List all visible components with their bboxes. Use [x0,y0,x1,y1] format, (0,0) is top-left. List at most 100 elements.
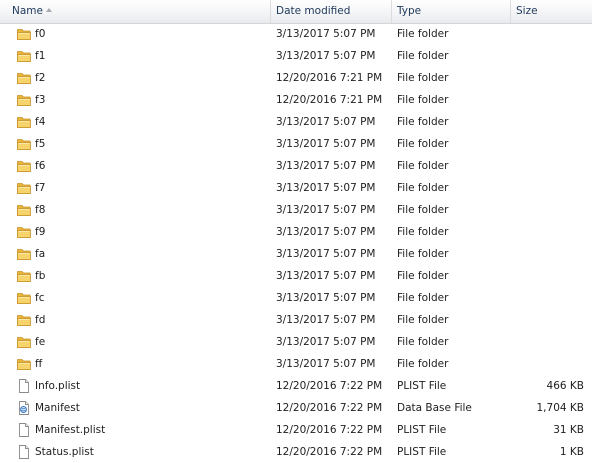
list-item[interactable]: f7 3/13/2017 5:07 PM File folder [0,177,592,199]
file-size: 466 KB [546,380,584,392]
date-modified: 3/13/2017 5:07 PM [276,160,376,172]
file-name: Manifest [35,402,80,414]
column-header-name[interactable]: Name [0,0,271,23]
file-name: f6 [35,160,46,172]
file-name: f7 [35,182,46,194]
file-type: File folder [397,336,449,348]
folder-icon [16,136,32,152]
file-size [511,353,584,375]
list-item[interactable]: Manifest 12/20/2016 7:22 PM Data Base File… [0,397,592,419]
list-item[interactable]: f3 12/20/2016 7:21 PM File folder [0,89,592,111]
file-name: f3 [35,94,46,106]
list-item[interactable]: fa 3/13/2017 5:07 PM File folder [0,243,592,265]
folder-icon [16,202,32,218]
date-modified: 12/20/2016 7:21 PM [276,94,383,106]
file-name: f5 [35,138,46,150]
file-name: fc [35,292,45,304]
file-size: 1,704 KB [536,402,585,414]
date-modified: 3/13/2017 5:07 PM [276,50,376,62]
list-item[interactable]: f8 3/13/2017 5:07 PM File folder [0,199,592,221]
database-file-icon [16,400,32,416]
name-cell: f4 [16,111,271,133]
file-type: File folder [397,226,449,238]
file-size [511,177,584,199]
file-name: f4 [35,116,46,128]
file-name: f9 [35,226,46,238]
list-item[interactable]: f6 3/13/2017 5:07 PM File folder [0,155,592,177]
file-type: File folder [397,72,449,84]
date-modified: 3/13/2017 5:07 PM [276,292,376,304]
date-modified: 12/20/2016 7:22 PM [276,446,383,458]
file-type: Data Base File [397,402,472,414]
file-icon [16,378,32,394]
date-modified: 3/13/2017 5:07 PM [276,28,376,40]
file-type: File folder [397,292,449,304]
column-header-date-modified[interactable]: Date modified [271,0,392,23]
name-cell: fb [16,265,271,287]
sort-ascending-icon [46,8,52,12]
folder-icon [16,356,32,372]
file-type: File folder [397,138,449,150]
file-name: Status.plist [35,446,94,458]
file-type: PLIST File [397,380,447,392]
list-item[interactable]: fc 3/13/2017 5:07 PM File folder [0,287,592,309]
file-name: fd [35,314,46,326]
file-name: f8 [35,204,46,216]
file-type: File folder [397,248,449,260]
file-type: File folder [397,28,449,40]
folder-icon [16,48,32,64]
column-header-type[interactable]: Type [392,0,511,23]
file-type: File folder [397,314,449,326]
file-size [511,309,584,331]
file-size [511,67,584,89]
date-modified: 3/13/2017 5:07 PM [276,226,376,238]
name-cell: fc [16,287,271,309]
folder-icon [16,92,32,108]
list-item[interactable]: Manifest.plist 12/20/2016 7:22 PM PLIST Fi… [0,419,592,441]
file-size [511,331,584,353]
list-item[interactable]: ff 3/13/2017 5:07 PM File folder [0,353,592,375]
name-cell: fd [16,309,271,331]
list-item[interactable]: f4 3/13/2017 5:07 PM File folder [0,111,592,133]
column-header-date-label: Date modified [276,5,351,17]
file-name: f1 [35,50,46,62]
file-type: File folder [397,94,449,106]
column-header-size[interactable]: Size [511,0,592,23]
name-cell: f8 [16,199,271,221]
list-item[interactable]: fd 3/13/2017 5:07 PM File folder [0,309,592,331]
file-name: f0 [35,28,46,40]
date-modified: 3/13/2017 5:07 PM [276,248,376,260]
file-size [511,221,584,243]
name-cell: f2 [16,67,271,89]
file-name: fb [35,270,46,282]
folder-icon [16,312,32,328]
name-cell: ff [16,353,271,375]
folder-icon [16,70,32,86]
folder-icon [16,114,32,130]
list-item[interactable]: f5 3/13/2017 5:07 PM File folder [0,133,592,155]
file-type: PLIST File [397,446,447,458]
file-name: Info.plist [35,380,81,392]
list-item[interactable]: f0 3/13/2017 5:07 PM File folder [0,23,592,45]
file-name: ff [35,358,43,370]
name-cell: f5 [16,133,271,155]
list-item[interactable]: fe 3/13/2017 5:07 PM File folder [0,331,592,353]
folder-icon [16,290,32,306]
list-item[interactable]: Status.plist 12/20/2016 7:22 PM PLIST File… [0,441,592,463]
date-modified: 3/13/2017 5:07 PM [276,116,376,128]
name-cell: f9 [16,221,271,243]
list-item[interactable]: fb 3/13/2017 5:07 PM File folder [0,265,592,287]
list-item[interactable]: f1 3/13/2017 5:07 PM File folder [0,45,592,67]
file-size [511,287,584,309]
file-type: PLIST File [397,424,447,436]
name-cell: fe [16,331,271,353]
column-header-size-label: Size [516,5,538,17]
list-item[interactable]: f9 3/13/2017 5:07 PM File folder [0,221,592,243]
file-size [511,243,584,265]
date-modified: 3/13/2017 5:07 PM [276,138,376,150]
date-modified: 12/20/2016 7:22 PM [276,380,383,392]
list-item[interactable]: f2 12/20/2016 7:21 PM File folder [0,67,592,89]
list-item[interactable]: Info.plist 12/20/2016 7:22 PM PLIST File 46… [0,375,592,397]
file-type: File folder [397,160,449,172]
file-size [511,45,584,67]
